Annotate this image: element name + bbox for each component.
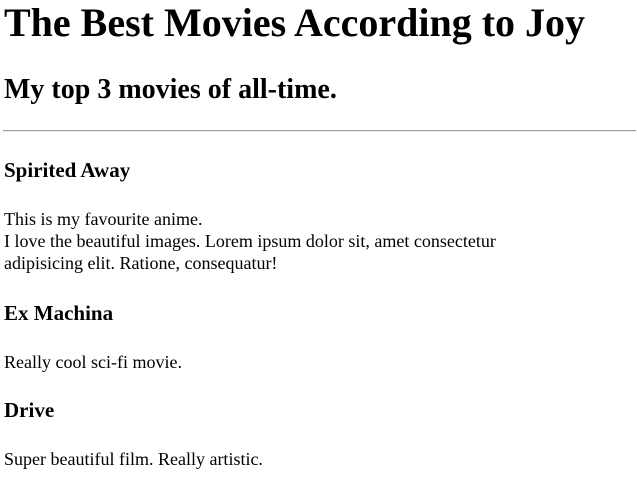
description-line: This is my favourite anime. — [4, 209, 203, 229]
section-divider — [3, 130, 636, 132]
description-line: I love the beautiful images. Lorem ipsum… — [4, 231, 496, 251]
page-subtitle: My top 3 movies of all-time. — [4, 74, 337, 105]
movie-title: Spirited Away — [4, 158, 131, 182]
movie-title: Drive — [4, 398, 55, 422]
movie-description: Really cool sci-fi movie. — [4, 351, 564, 373]
description-line: adipisicing elit. Ratione, consequatur! — [4, 253, 278, 273]
page-title: The Best Movies According to Joy — [4, 0, 586, 45]
movie-description: Super beautiful film. Really artistic. — [4, 448, 564, 470]
movie-title: Ex Machina — [4, 301, 114, 325]
description-line: Super beautiful film. Really artistic. — [4, 449, 263, 469]
movie-description: This is my favourite anime. I love the b… — [4, 208, 564, 274]
description-line: Really cool sci-fi movie. — [4, 352, 182, 372]
